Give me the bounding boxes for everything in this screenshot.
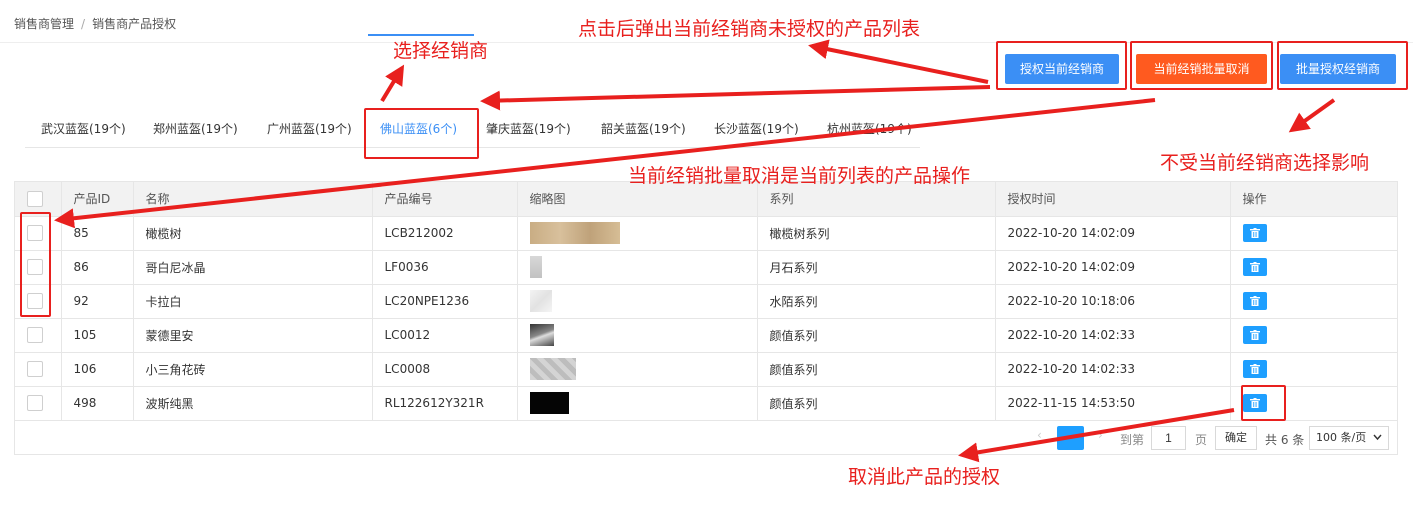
page-unit-label: 页 — [1195, 433, 1208, 447]
tab-dealer-changsha[interactable]: 长沙蓝盔(19个) — [714, 120, 799, 137]
product-thumbnail — [529, 222, 620, 244]
cell-code: LC20NPE1236 — [372, 284, 518, 319]
cell-code: LC0012 — [372, 318, 518, 353]
cell-code: LCB212002 — [372, 216, 518, 251]
row-checkbox[interactable] — [27, 327, 43, 343]
column-header-name: 名称 — [133, 182, 373, 217]
column-header-id: 产品ID — [61, 182, 134, 217]
product-thumbnail — [529, 358, 576, 380]
annotation-cancel-product-note: 取消此产品的授权 — [848, 466, 1001, 488]
goto-page-input[interactable] — [1151, 426, 1186, 450]
tab-dealer-wuhan[interactable]: 武汉蓝盔(19个) — [41, 120, 126, 137]
total-count: 共 6 条 — [1265, 433, 1305, 447]
cell-id: 92 — [61, 284, 134, 319]
annotation-box-delete — [1241, 385, 1286, 421]
annotation-batch-cancel-note: 当前经销批量取消是当前列表的产品操作 — [628, 165, 971, 187]
annotation-not-affected-note: 不受当前经销商选择影响 — [1160, 152, 1370, 174]
trash-icon — [1249, 228, 1260, 238]
trash-icon — [1249, 330, 1260, 340]
cell-auth-time: 2022-10-20 14:02:09 — [995, 216, 1231, 251]
cell-name: 蒙德里安 — [133, 318, 373, 353]
cell-auth-time: 2022-10-20 14:02:09 — [995, 250, 1231, 285]
delete-auth-button[interactable] — [1242, 258, 1267, 276]
annotation-box-checkboxes — [20, 212, 51, 317]
column-header-auth-time: 授权时间 — [995, 182, 1231, 217]
annotation-box-cancel — [1130, 41, 1273, 90]
goto-confirm-button[interactable]: 确定 — [1215, 426, 1257, 450]
tab-dealer-guangzhou[interactable]: 广州蓝盔(19个) — [267, 120, 352, 137]
cell-series: 橄榄树系列 — [757, 216, 996, 251]
cell-name: 波斯纯黑 — [133, 386, 373, 421]
trash-icon — [1249, 296, 1260, 306]
breadcrumb-dealer-management[interactable]: 销售商管理 — [14, 17, 74, 31]
goto-label: 到第 — [1120, 433, 1145, 447]
delete-auth-button[interactable] — [1242, 326, 1267, 344]
cell-id: 86 — [61, 250, 134, 285]
breadcrumb-separator: / — [81, 17, 86, 31]
cell-name: 哥白尼冰晶 — [133, 250, 373, 285]
cell-series: 颜值系列 — [757, 386, 996, 421]
tab-dealer-shaoguan[interactable]: 韶关蓝盔(19个) — [601, 120, 686, 137]
annotation-box-batch — [1277, 41, 1408, 90]
breadcrumb-product-auth: 销售商产品授权 — [92, 17, 177, 31]
cell-id: 105 — [61, 318, 134, 353]
table-row: 85 橄榄树 LCB212002 橄榄树系列 2022-10-20 14:02:… — [15, 216, 1397, 251]
table-row: 105 蒙德里安 LC0012 颜值系列 2022-10-20 14:02:33 — [15, 318, 1397, 353]
delete-auth-button[interactable] — [1242, 292, 1267, 310]
product-thumbnail — [529, 290, 552, 312]
tab-dealer-hangzhou[interactable]: 杭州蓝盔(19个) — [827, 120, 912, 137]
tab-dealer-zhengzhou[interactable]: 郑州蓝盔(19个) — [153, 120, 238, 137]
cell-series: 颜值系列 — [757, 318, 996, 353]
column-header-action: 操作 — [1230, 182, 1397, 217]
product-thumbnail — [529, 256, 542, 278]
cell-id: 106 — [61, 352, 134, 387]
annotation-select-dealer-note: 选择经销商 — [393, 40, 489, 62]
table-row: 106 小三角花砖 LC0008 颜值系列 2022-10-20 14:02:3… — [15, 352, 1397, 387]
current-page-button[interactable] — [1057, 426, 1084, 450]
trash-icon — [1249, 262, 1260, 272]
cell-id: 85 — [61, 216, 134, 251]
annotation-box-tab — [364, 108, 479, 159]
cell-auth-time: 2022-10-20 10:18:06 — [995, 284, 1231, 319]
cell-auth-time: 2022-11-15 14:53:50 — [995, 386, 1231, 421]
cell-series: 水陌系列 — [757, 284, 996, 319]
delete-auth-button[interactable] — [1242, 360, 1267, 378]
cell-name: 小三角花砖 — [133, 352, 373, 387]
tab-dealer-zhaoqing[interactable]: 肇庆蓝盔(19个) — [486, 120, 571, 137]
column-header-code: 产品编号 — [372, 182, 518, 217]
cell-id: 498 — [61, 386, 134, 421]
annotation-box-auth — [996, 41, 1127, 90]
annotation-popup-note: 点击后弹出当前经销商未授权的产品列表 — [578, 18, 921, 40]
next-page-icon[interactable]: › — [1098, 428, 1103, 452]
cell-auth-time: 2022-10-20 14:02:33 — [995, 352, 1231, 387]
row-checkbox[interactable] — [27, 395, 43, 411]
page-size-value: 100 条/页 — [1316, 431, 1367, 444]
prev-page-icon[interactable]: ‹ — [1037, 428, 1042, 452]
select-all-checkbox[interactable] — [27, 190, 43, 207]
cell-name: 卡拉白 — [133, 284, 373, 319]
breadcrumb: 销售商管理 / 销售商产品授权 — [14, 15, 176, 32]
table-row: 92 卡拉白 LC20NPE1236 水陌系列 2022-10-20 10:18… — [15, 284, 1397, 319]
cell-code: LC0008 — [372, 352, 518, 387]
product-thumbnail — [529, 324, 554, 346]
product-thumbnail — [529, 392, 569, 414]
cell-name: 橄榄树 — [133, 216, 373, 251]
page-size-select[interactable]: 100 条/页 — [1309, 426, 1389, 450]
product-table: 产品ID 名称 产品编号 缩略图 系列 授权时间 操作 85 橄榄树 LCB21… — [14, 181, 1398, 455]
cell-series: 月石系列 — [757, 250, 996, 285]
trash-icon — [1249, 364, 1260, 374]
cell-auth-time: 2022-10-20 14:02:33 — [995, 318, 1231, 353]
cell-code: LF0036 — [372, 250, 518, 285]
table-row: 498 波斯纯黑 RL122612Y321R 颜值系列 2022-11-15 1… — [15, 386, 1397, 421]
chevron-down-icon — [1373, 434, 1382, 441]
cell-code: RL122612Y321R — [372, 386, 518, 421]
delete-auth-button[interactable] — [1242, 224, 1267, 242]
table-row: 86 哥白尼冰晶 LF0036 月石系列 2022-10-20 14:02:09 — [15, 250, 1397, 285]
cell-series: 颜值系列 — [757, 352, 996, 387]
row-checkbox[interactable] — [27, 361, 43, 377]
